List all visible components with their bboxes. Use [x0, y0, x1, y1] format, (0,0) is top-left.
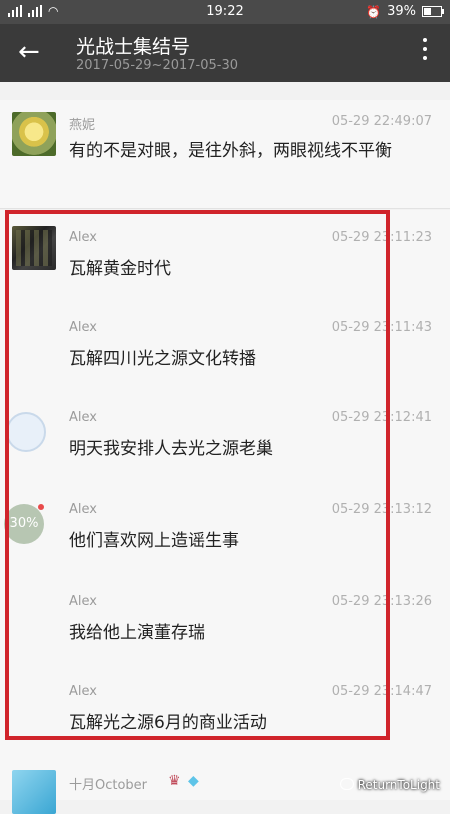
- message-time: 05-29 23:12:41: [331, 410, 432, 425]
- message-time: 05-29 23:13:26: [331, 594, 432, 609]
- battery-icon: [422, 6, 444, 17]
- avatar[interactable]: [12, 226, 56, 270]
- date-range: 2017-05-29~2017-05-30: [76, 58, 238, 73]
- message-time: 05-29 23:13:12: [331, 502, 432, 517]
- page-title: 光战士集结号: [76, 36, 191, 58]
- sender-name: Alex: [69, 684, 97, 699]
- notification-dot: [38, 504, 44, 510]
- message-time: 05-29 22:49:07: [331, 114, 432, 129]
- app-bar: ← 光战士集结号 2017-05-29~2017-05-30: [0, 24, 450, 82]
- avatar[interactable]: [12, 770, 56, 814]
- message-text: 我给他上演董存瑞: [69, 623, 205, 643]
- watermark: ReturnToLight: [339, 778, 440, 792]
- sender-name: Alex: [69, 320, 97, 335]
- back-arrow-icon[interactable]: ←: [18, 38, 40, 66]
- message-text: 瓦解四川光之源文化转播: [69, 349, 256, 369]
- watermark-text: ReturnToLight: [357, 778, 440, 792]
- message-text: 明天我安排人去光之源老巢: [69, 439, 273, 459]
- avatar-progress[interactable]: 30%: [4, 504, 44, 544]
- message-text: 瓦解光之源6月的商业活动: [69, 713, 267, 733]
- rank-badge-icon: ♛: [168, 773, 181, 789]
- message-text: 有的不是对眼，是往外斜，两眼视线不平衡: [69, 141, 392, 161]
- sender-name: Alex: [69, 230, 97, 245]
- sender-name: 燕妮: [69, 118, 96, 133]
- chat-message[interactable]: Alex 05-29 23:13:26 我给他上演董存瑞: [0, 574, 450, 665]
- chat-message[interactable]: 30% Alex 05-29 23:13:12 他们喜欢网上造谣生事: [0, 482, 450, 575]
- avatar[interactable]: [6, 412, 46, 452]
- sender-name: 十月October: [69, 778, 148, 793]
- diamond-icon: ◆: [188, 773, 199, 789]
- wechat-icon: [339, 778, 354, 790]
- avatar[interactable]: [12, 112, 56, 156]
- message-time: 05-29 23:11:23: [331, 230, 432, 245]
- alarm-icon: ⏰: [366, 4, 382, 19]
- message-text: 他们喜欢网上造谣生事: [69, 531, 239, 551]
- message-text: 瓦解黄金时代: [69, 259, 171, 279]
- chat-message[interactable]: Alex 05-29 23:14:47 瓦解光之源6月的商业活动: [0, 664, 450, 757]
- chat-message[interactable]: Alex 05-29 23:11:43 瓦解四川光之源文化转播: [0, 300, 450, 391]
- chat-message[interactable]: 燕妮 05-29 22:49:07 有的不是对眼，是往外斜，两眼视线不平衡: [0, 100, 450, 209]
- more-options-icon[interactable]: [422, 38, 428, 66]
- sender-name: Alex: [69, 410, 97, 425]
- sender-name: Alex: [69, 594, 97, 609]
- chat-message[interactable]: Alex 05-29 23:11:23 瓦解黄金时代: [0, 210, 450, 301]
- battery-percent: 39%: [387, 4, 416, 19]
- status-bar: ◠ 19:22 ⏰ 39%: [0, 0, 450, 24]
- sender-name: Alex: [69, 502, 97, 517]
- message-time: 05-29 23:11:43: [331, 320, 432, 335]
- message-time: 05-29 23:14:47: [331, 684, 432, 699]
- chat-message[interactable]: Alex 05-29 23:12:41 明天我安排人去光之源老巢: [0, 390, 450, 483]
